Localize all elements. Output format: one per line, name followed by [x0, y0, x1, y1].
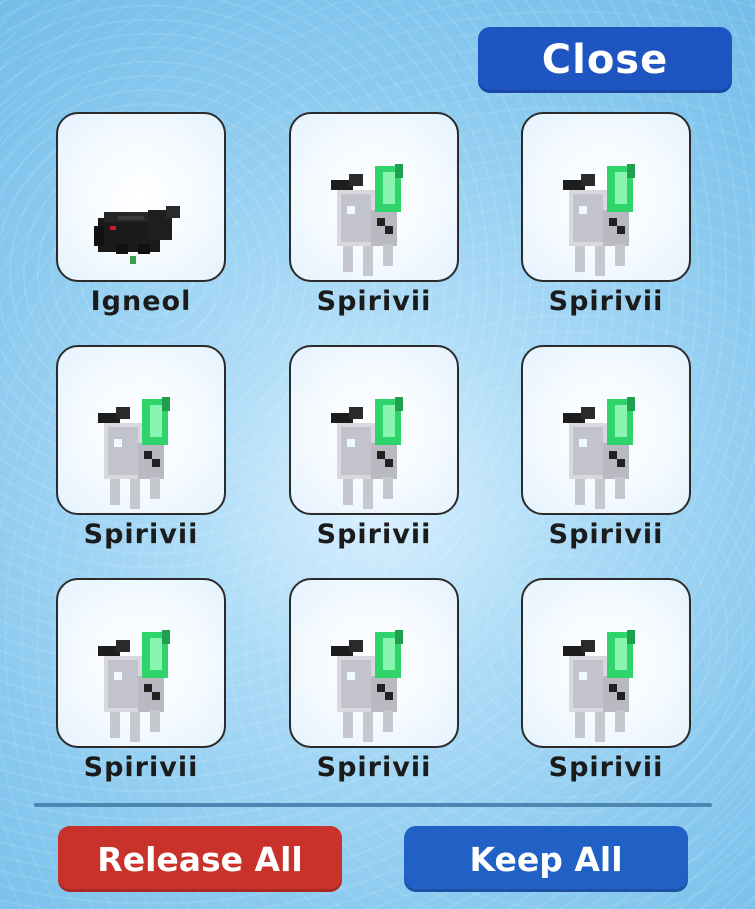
pet-name-label: Spirivii	[316, 752, 432, 783]
pet-slot-3[interactable]: Spirivii	[521, 112, 691, 318]
pet-name-label: Spirivii	[83, 519, 199, 550]
pet-release-panel: Close Igneol Spirivii Spirivii Spirivii …	[0, 0, 755, 909]
spirivii-sprite	[98, 397, 170, 509]
pet-slot-6[interactable]: Spirivii	[521, 345, 691, 551]
pet-name-label: Spirivii	[316, 519, 432, 550]
pet-slot-5[interactable]: Spirivii	[289, 345, 459, 551]
pet-slot-7[interactable]: Spirivii	[56, 578, 226, 784]
pet-name-label: Spirivii	[83, 752, 199, 783]
pet-slot-1[interactable]: Igneol	[56, 112, 226, 318]
pet-name-label: Spirivii	[316, 286, 432, 317]
igneol-sprite	[94, 206, 180, 264]
pet-card[interactable]	[289, 578, 459, 748]
pet-name-label: Spirivii	[548, 752, 664, 783]
pet-slot-8[interactable]: Spirivii	[289, 578, 459, 784]
spirivii-sprite	[563, 630, 635, 742]
pet-card[interactable]	[521, 345, 691, 515]
pet-card[interactable]	[521, 112, 691, 282]
pet-card[interactable]	[289, 112, 459, 282]
keep-all-button[interactable]: Keep All	[404, 826, 688, 892]
close-button[interactable]: Close	[478, 27, 732, 93]
pet-slot-2[interactable]: Spirivii	[289, 112, 459, 318]
footer-divider	[34, 803, 712, 807]
pet-card[interactable]	[521, 578, 691, 748]
spirivii-sprite	[331, 397, 403, 509]
spirivii-sprite	[563, 164, 635, 276]
spirivii-sprite	[98, 630, 170, 742]
pet-card[interactable]	[56, 112, 226, 282]
pet-card[interactable]	[289, 345, 459, 515]
pet-card[interactable]	[56, 578, 226, 748]
pet-name-label: Spirivii	[548, 519, 664, 550]
pet-card[interactable]	[56, 345, 226, 515]
pet-slot-4[interactable]: Spirivii	[56, 345, 226, 551]
spirivii-sprite	[563, 397, 635, 509]
spirivii-sprite	[331, 630, 403, 742]
release-all-button[interactable]: Release All	[58, 826, 342, 892]
pet-name-label: Igneol	[90, 286, 192, 317]
pet-slot-9[interactable]: Spirivii	[521, 578, 691, 784]
pet-name-label: Spirivii	[548, 286, 664, 317]
spirivii-sprite	[331, 164, 403, 276]
